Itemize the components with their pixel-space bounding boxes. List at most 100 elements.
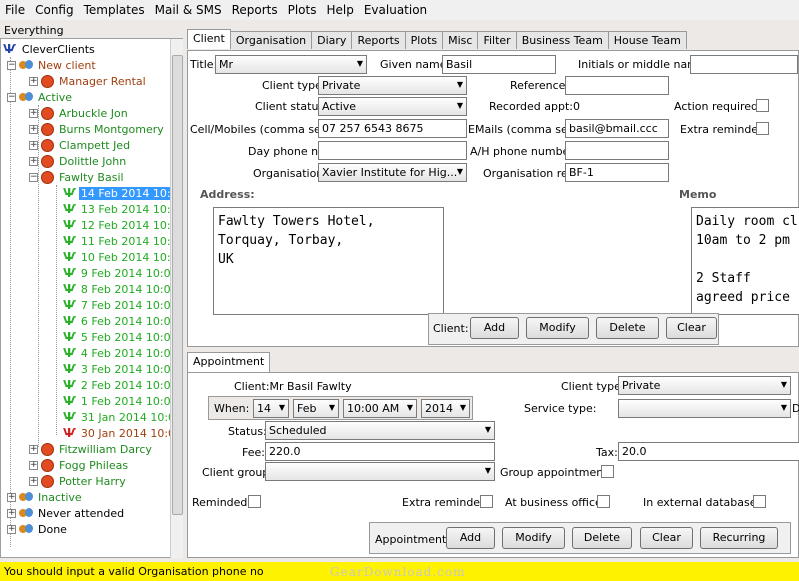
- month-select[interactable]: Feb ▼: [293, 399, 339, 418]
- tree-client[interactable]: + Potter Harry: [29, 473, 128, 489]
- tree-never-attended[interactable]: + Never attended: [7, 505, 126, 521]
- tree-appointment[interactable]: Ѱ5 Feb 2014 10:00: [63, 329, 180, 345]
- day-select[interactable]: 14 ▼: [253, 399, 289, 418]
- tax-input[interactable]: 20.0: [618, 442, 799, 461]
- scroll-thumb[interactable]: [172, 55, 183, 515]
- expand-icon[interactable]: +: [29, 124, 38, 134]
- menu-evaluation[interactable]: Evaluation: [359, 3, 432, 17]
- tab-diary[interactable]: Diary: [311, 31, 353, 49]
- menu-reports[interactable]: Reports: [227, 3, 283, 17]
- expand-icon[interactable]: +: [29, 108, 38, 118]
- menu-plots[interactable]: Plots: [283, 3, 322, 17]
- tab-organisation[interactable]: Organisation: [229, 31, 313, 49]
- expand-icon[interactable]: +: [29, 156, 38, 166]
- expand-icon[interactable]: +: [29, 476, 38, 486]
- menu-help[interactable]: Help: [321, 3, 358, 17]
- title-select[interactable]: Mr ▼: [215, 55, 367, 74]
- tab-client[interactable]: Client: [187, 29, 231, 49]
- tree-client[interactable]: − Fawlty Basil: [29, 169, 126, 185]
- appt-delete-button[interactable]: Delete: [572, 527, 632, 549]
- service-type-select[interactable]: ▼: [618, 399, 791, 418]
- menu-mail-sms[interactable]: Mail & SMS: [150, 3, 227, 17]
- tab-appointment[interactable]: Appointment: [187, 352, 271, 372]
- tree-appointment[interactable]: Ѱ 11 Feb 2014 10:00: [63, 233, 182, 249]
- tree-appointment[interactable]: Ѱ6 Feb 2014 10:00: [63, 313, 180, 329]
- client-delete-button[interactable]: Delete: [596, 317, 659, 339]
- menu-file[interactable]: File: [0, 3, 30, 17]
- tree-appointment[interactable]: Ѱ9 Feb 2014 10:00: [63, 265, 180, 281]
- tree-appointment[interactable]: Ѱ4 Feb 2014 10:00: [63, 345, 180, 361]
- tree-client[interactable]: + Clampett Jed: [29, 137, 132, 153]
- tab-house-team[interactable]: House Team: [607, 31, 687, 49]
- external-db-checkbox[interactable]: [753, 495, 766, 508]
- tree-client[interactable]: + Arbuckle Jon: [29, 105, 130, 121]
- client-group-select[interactable]: ▼: [265, 462, 495, 481]
- client-status-select[interactable]: Active ▼: [318, 97, 467, 116]
- tree-client[interactable]: + Fogg Phileas: [29, 457, 130, 473]
- initials-input[interactable]: [690, 55, 798, 74]
- fee-input[interactable]: 220.0: [265, 442, 495, 461]
- menu-templates[interactable]: Templates: [79, 3, 150, 17]
- client-add-button[interactable]: Add: [470, 317, 519, 339]
- tab-filter[interactable]: Filter: [477, 31, 517, 49]
- expand-icon[interactable]: +: [7, 492, 16, 502]
- tree-appointment[interactable]: Ѱ 12 Feb 2014 10:00: [63, 217, 182, 233]
- tree-appointment[interactable]: Ѱ 13 Feb 2014 10:00: [63, 201, 182, 217]
- expand-icon[interactable]: +: [29, 460, 38, 470]
- tab-misc[interactable]: Misc: [442, 31, 479, 49]
- collapse-icon[interactable]: −: [7, 60, 16, 70]
- memo-textarea[interactable]: Daily room cl 10am to 2 pm 2 Staff agree…: [691, 207, 799, 315]
- reference-input[interactable]: [565, 76, 669, 95]
- reminded-checkbox[interactable]: [248, 495, 261, 508]
- appt-modify-button[interactable]: Modify: [502, 527, 565, 549]
- tree-client[interactable]: + Fitzwilliam Darcy: [29, 441, 154, 457]
- cell-input[interactable]: 07 257 6543 8675: [318, 119, 467, 138]
- tab-reports[interactable]: Reports: [351, 31, 406, 49]
- extra-reminded-checkbox[interactable]: [480, 495, 493, 508]
- tree-appointment[interactable]: Ѱ8 Feb 2014 10:00: [63, 281, 180, 297]
- extra-reminder-checkbox[interactable]: [756, 122, 769, 135]
- tree-manager-rental[interactable]: + Manager Rental: [29, 73, 148, 89]
- given-name-input[interactable]: Basil: [442, 55, 556, 74]
- year-select[interactable]: 2014 ▼: [421, 399, 470, 418]
- client-type-select[interactable]: Private ▼: [318, 76, 467, 95]
- expand-icon[interactable]: +: [29, 444, 38, 454]
- expand-icon[interactable]: +: [29, 140, 38, 150]
- tree-appointment[interactable]: Ѱ2 Feb 2014 10:00: [63, 377, 180, 393]
- organisation-select[interactable]: Xavier Institute for Hig... ▼: [318, 163, 467, 182]
- appt-client-type-select[interactable]: Private ▼: [618, 376, 791, 395]
- emails-input[interactable]: basil@bmail.ccc: [565, 119, 669, 138]
- tree-client[interactable]: + Burns Montgomery: [29, 121, 166, 137]
- tree-appointment[interactable]: Ѱ 31 Jan 2014 10:00: [63, 409, 182, 425]
- client-clear-button[interactable]: Clear: [666, 317, 717, 339]
- appt-recurring-button[interactable]: Recurring: [700, 527, 778, 549]
- tree-appointment[interactable]: Ѱ3 Feb 2014 10:00: [63, 361, 180, 377]
- tree-new-client[interactable]: − New client: [7, 57, 98, 73]
- tree-done[interactable]: + Done: [7, 521, 69, 537]
- ah-phone-input[interactable]: [565, 141, 669, 160]
- expand-icon[interactable]: +: [7, 508, 16, 518]
- tree-appointment[interactable]: Ѱ 14 Feb 2014 10:00: [63, 185, 182, 201]
- tree-client[interactable]: + Dolittle John: [29, 153, 128, 169]
- tree-root[interactable]: Ѱ CleverClients: [3, 41, 97, 57]
- appt-clear-button[interactable]: Clear: [640, 527, 693, 549]
- collapse-icon[interactable]: −: [29, 172, 38, 182]
- appt-add-button[interactable]: Add: [446, 527, 495, 549]
- client-modify-button[interactable]: Modify: [526, 317, 589, 339]
- tree-inactive[interactable]: + Inactive: [7, 489, 84, 505]
- tree-appointment-missed[interactable]: Ѱ 30 Jan 2014 10:00: [63, 425, 182, 441]
- day-phone-input[interactable]: [318, 141, 467, 160]
- time-select[interactable]: 10:00 AM ▼: [343, 399, 417, 418]
- expand-icon[interactable]: +: [7, 524, 16, 534]
- status-select[interactable]: Scheduled ▼: [265, 421, 495, 440]
- business-office-checkbox[interactable]: [597, 495, 610, 508]
- org-ref-input[interactable]: BF-1: [565, 163, 669, 182]
- tab-plots[interactable]: Plots: [404, 31, 444, 49]
- client-tree[interactable]: Ѱ CleverClients − New client + Manager R…: [0, 38, 183, 558]
- tree-appointment[interactable]: Ѱ1 Feb 2014 10:00: [63, 393, 180, 409]
- tree-active[interactable]: − Active: [7, 89, 74, 105]
- action-required-checkbox[interactable]: [756, 99, 769, 112]
- tree-scrollbar[interactable]: [170, 39, 183, 558]
- group-appointment-checkbox[interactable]: [601, 465, 614, 478]
- tree-appointment[interactable]: Ѱ 10 Feb 2014 10:00: [63, 249, 182, 265]
